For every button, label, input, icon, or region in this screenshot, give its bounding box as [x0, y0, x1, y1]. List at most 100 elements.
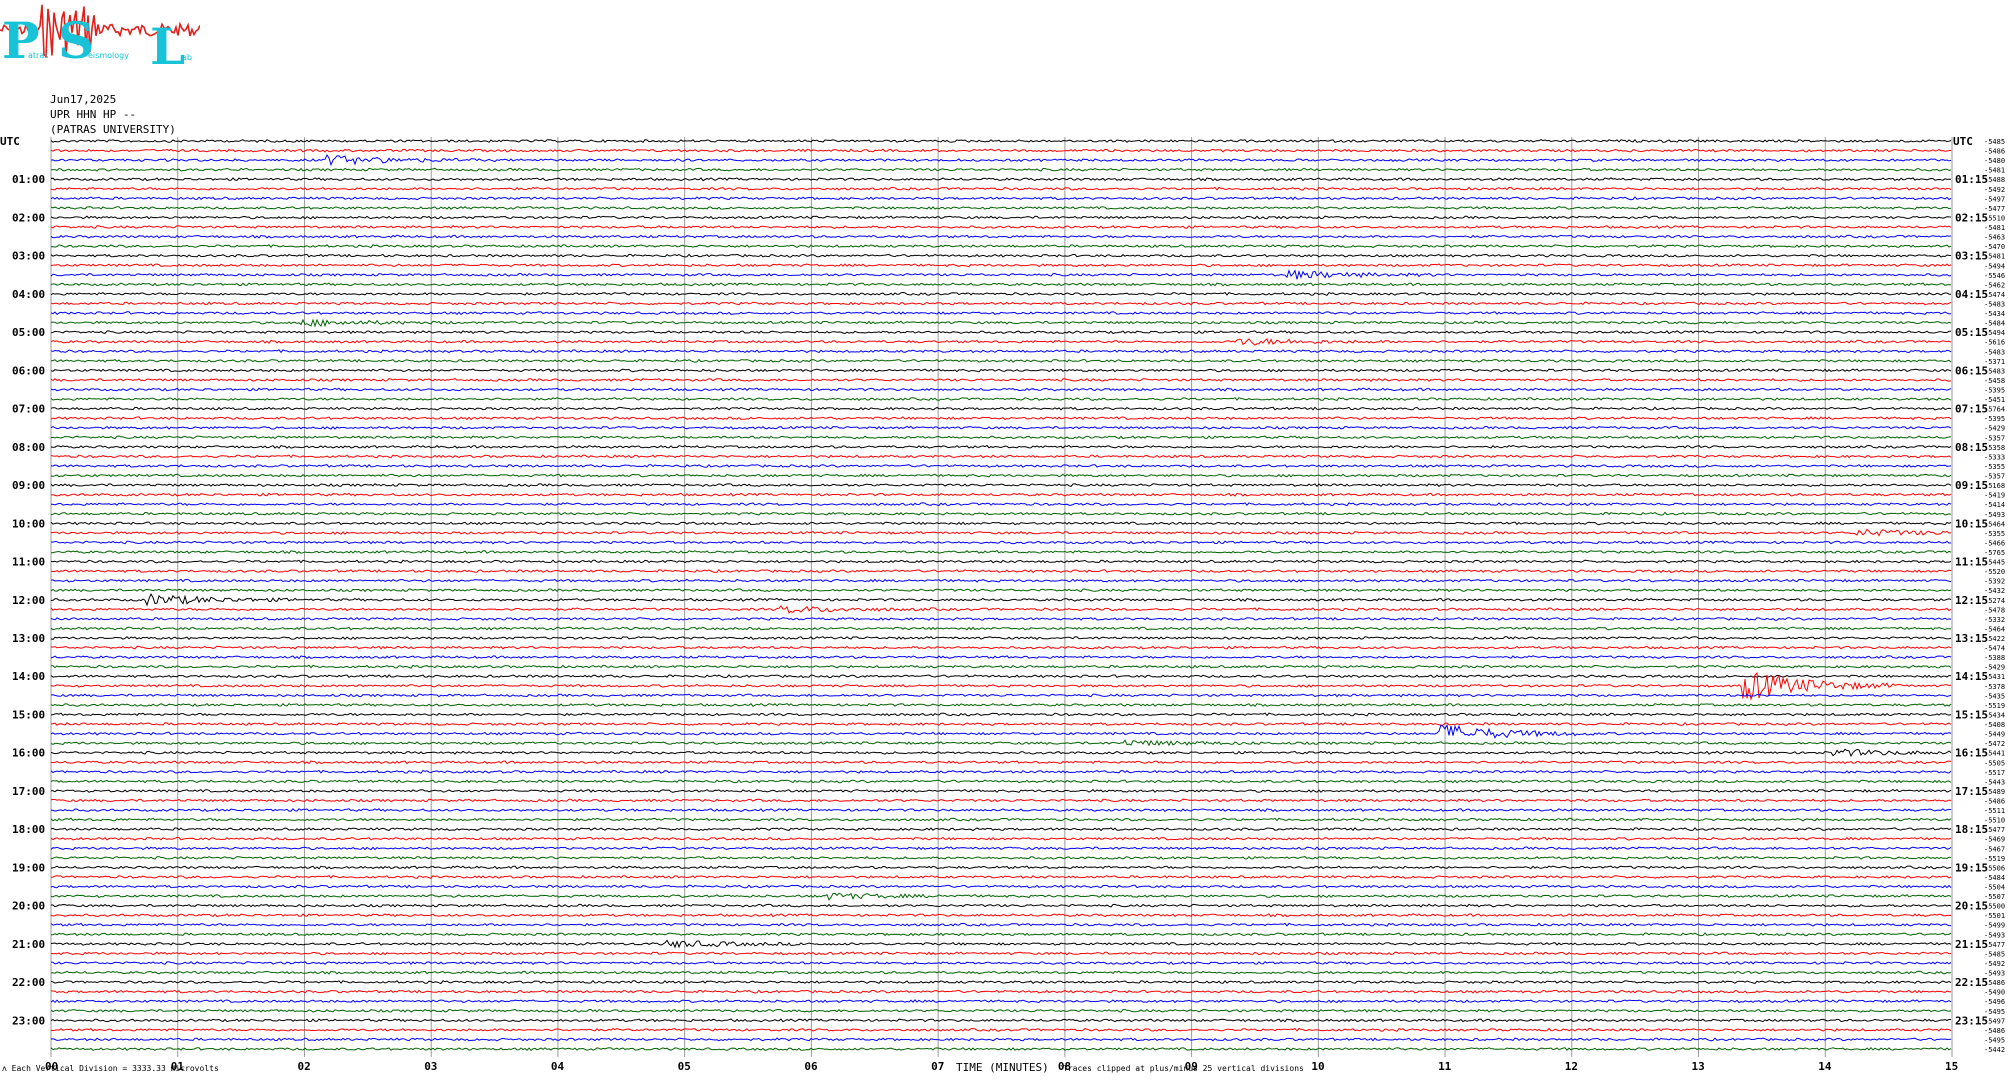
seismic-trace-60 [50, 702, 1952, 708]
seismic-trace-67 [50, 769, 1952, 774]
trace-offset-label: -5484 [1984, 320, 2005, 328]
trace-offset-label: -5422 [1984, 635, 2005, 643]
seismic-trace-43 [50, 540, 1952, 545]
trace-offset-label: -5481 [1984, 167, 2005, 175]
seismic-trace-34 [50, 454, 1952, 459]
seismic-trace-26 [50, 377, 1952, 383]
trace-offset-label: -5478 [1984, 606, 2005, 614]
trace-offset-label: -5504 [1984, 884, 2005, 892]
trace-offset-label: -5496 [1984, 998, 2005, 1006]
trace-offset-label: -5477 [1984, 205, 2005, 213]
clip-note: Traces clipped at plus/minus 25 vertical… [1063, 1064, 1304, 1073]
x-tick-label: 04 [551, 1060, 565, 1073]
seismic-trace-63 [50, 723, 1952, 739]
left-hour-label: 21:00 [12, 938, 45, 951]
trace-offset-label: -5486 [1984, 148, 2005, 156]
trace-offset-label: -5371 [1984, 358, 2005, 366]
trace-offset-label: -5392 [1984, 578, 2005, 586]
trace-offset-label: -5435 [1984, 692, 2005, 700]
seismic-trace-61 [50, 712, 1952, 717]
seismic-trace-84 [51, 932, 1952, 937]
trace-offset-label: -5485 [1984, 950, 2005, 958]
seismic-trace-62 [51, 721, 1952, 726]
helicorder-plot: 01:00 02:00 03:00 04:00 05:00 06:00 07:00 08:00… [0, 135, 2005, 1073]
trace-offset-label: -5492 [1984, 186, 2005, 194]
trace-offset-label: -5486 [1984, 979, 2005, 987]
trace-offset-label: -5395 [1984, 415, 2005, 423]
seismic-trace-80 [50, 892, 1952, 901]
seismic-trace-12 [50, 244, 1952, 249]
left-hour-label: 19:00 [12, 861, 45, 874]
seismic-trace-64 [50, 739, 1952, 747]
trace-offset-label: -5378 [1984, 683, 2005, 691]
seismic-trace-21 [50, 330, 1952, 335]
seismic-trace-79 [50, 884, 1952, 889]
trace-offset-label: -5493 [1984, 970, 2005, 978]
trace-offset-label: -5474 [1984, 645, 2005, 653]
trace-offset-label: -5464 [1984, 625, 2005, 633]
trace-offset-label: -5492 [1984, 960, 2005, 968]
left-hour-label: 09:00 [12, 479, 45, 492]
seismic-trace-57 [50, 674, 1952, 679]
trace-offset-label: -5432 [1984, 587, 2005, 595]
trace-offset-label: -5469 [1984, 836, 2005, 844]
seismic-trace-65 [50, 748, 1952, 758]
left-hour-label: 13:00 [12, 632, 45, 645]
trace-group [50, 139, 1952, 1051]
trace-offset-label: -5419 [1984, 492, 2005, 500]
seismic-trace-71 [50, 808, 1952, 813]
seismic-trace-74 [50, 836, 1952, 841]
seismic-trace-85 [50, 939, 1952, 949]
left-hour-label: 05:00 [12, 326, 45, 339]
seismic-trace-88 [50, 970, 1952, 975]
left-hour-label: 01:00 [12, 173, 45, 186]
seismic-trace-9 [50, 215, 1952, 220]
trace-offset-label: -5484 [1984, 874, 2005, 882]
trace-offset-label: -5495 [1984, 1008, 2005, 1016]
seismic-trace-2 [50, 148, 1952, 153]
right-axis-title: UTC [1953, 135, 1973, 148]
trace-offset-label: -5499 [1984, 922, 2005, 930]
trace-offset-label: -5168 [1984, 482, 2005, 490]
left-hour-label: 04:00 [12, 288, 45, 301]
seismic-trace-25 [50, 368, 1952, 373]
trace-offset-label: -5442 [1984, 1046, 2005, 1054]
trace-offset-label: -5507 [1984, 893, 2005, 901]
x-tick-label: 06 [804, 1060, 818, 1073]
left-hour-label: 16:00 [12, 747, 45, 760]
trace-offset-label: -5519 [1984, 702, 2005, 710]
seismic-trace-10 [50, 225, 1952, 230]
seismic-trace-95 [50, 1037, 1952, 1042]
seismic-trace-14 [50, 263, 1952, 268]
seismic-trace-86 [50, 951, 1952, 956]
seismic-trace-8 [50, 205, 1952, 210]
left-hour-label: 14:00 [12, 670, 45, 683]
trace-offset-label: -5520 [1984, 568, 2005, 576]
seismic-trace-96 [50, 1046, 1952, 1051]
vertical-scale-note: ʌ Each Vertical Division = 3333.33 micro… [2, 1064, 219, 1073]
trace-offset-label: -5511 [1984, 807, 2005, 815]
trace-offset-label: -5477 [1984, 826, 2005, 834]
seismic-trace-31 [50, 425, 1952, 430]
seismic-trace-11 [50, 234, 1952, 239]
trace-offset-label: -5505 [1984, 759, 2005, 767]
seismic-trace-54 [50, 645, 1952, 650]
trace-offset-label: -5493 [1984, 931, 2005, 939]
left-hour-label: 08:00 [12, 441, 45, 454]
seismic-trace-87 [50, 961, 1952, 966]
seismic-trace-17 [50, 291, 1952, 296]
seismic-trace-69 [50, 788, 1952, 793]
seismic-trace-82 [50, 913, 1952, 918]
scale-note-text: Each Vertical Division = 3333.33 microvo… [11, 1064, 219, 1073]
seismic-trace-33 [50, 444, 1952, 449]
trace-offset-label: -5616 [1984, 339, 2005, 347]
seismic-trace-52 [50, 626, 1952, 631]
trace-offset-label: -5765 [1984, 549, 2005, 557]
trace-offset-label: -5408 [1984, 721, 2005, 729]
trace-offset-label: -5495 [1984, 1036, 2005, 1044]
trace-offset-label: -5429 [1984, 664, 2005, 672]
seismic-trace-7 [50, 196, 1952, 201]
x-tick-label: 05 [678, 1060, 691, 1073]
trace-offset-label: -5501 [1984, 912, 2005, 920]
trace-offset-label: -5764 [1984, 406, 2005, 414]
